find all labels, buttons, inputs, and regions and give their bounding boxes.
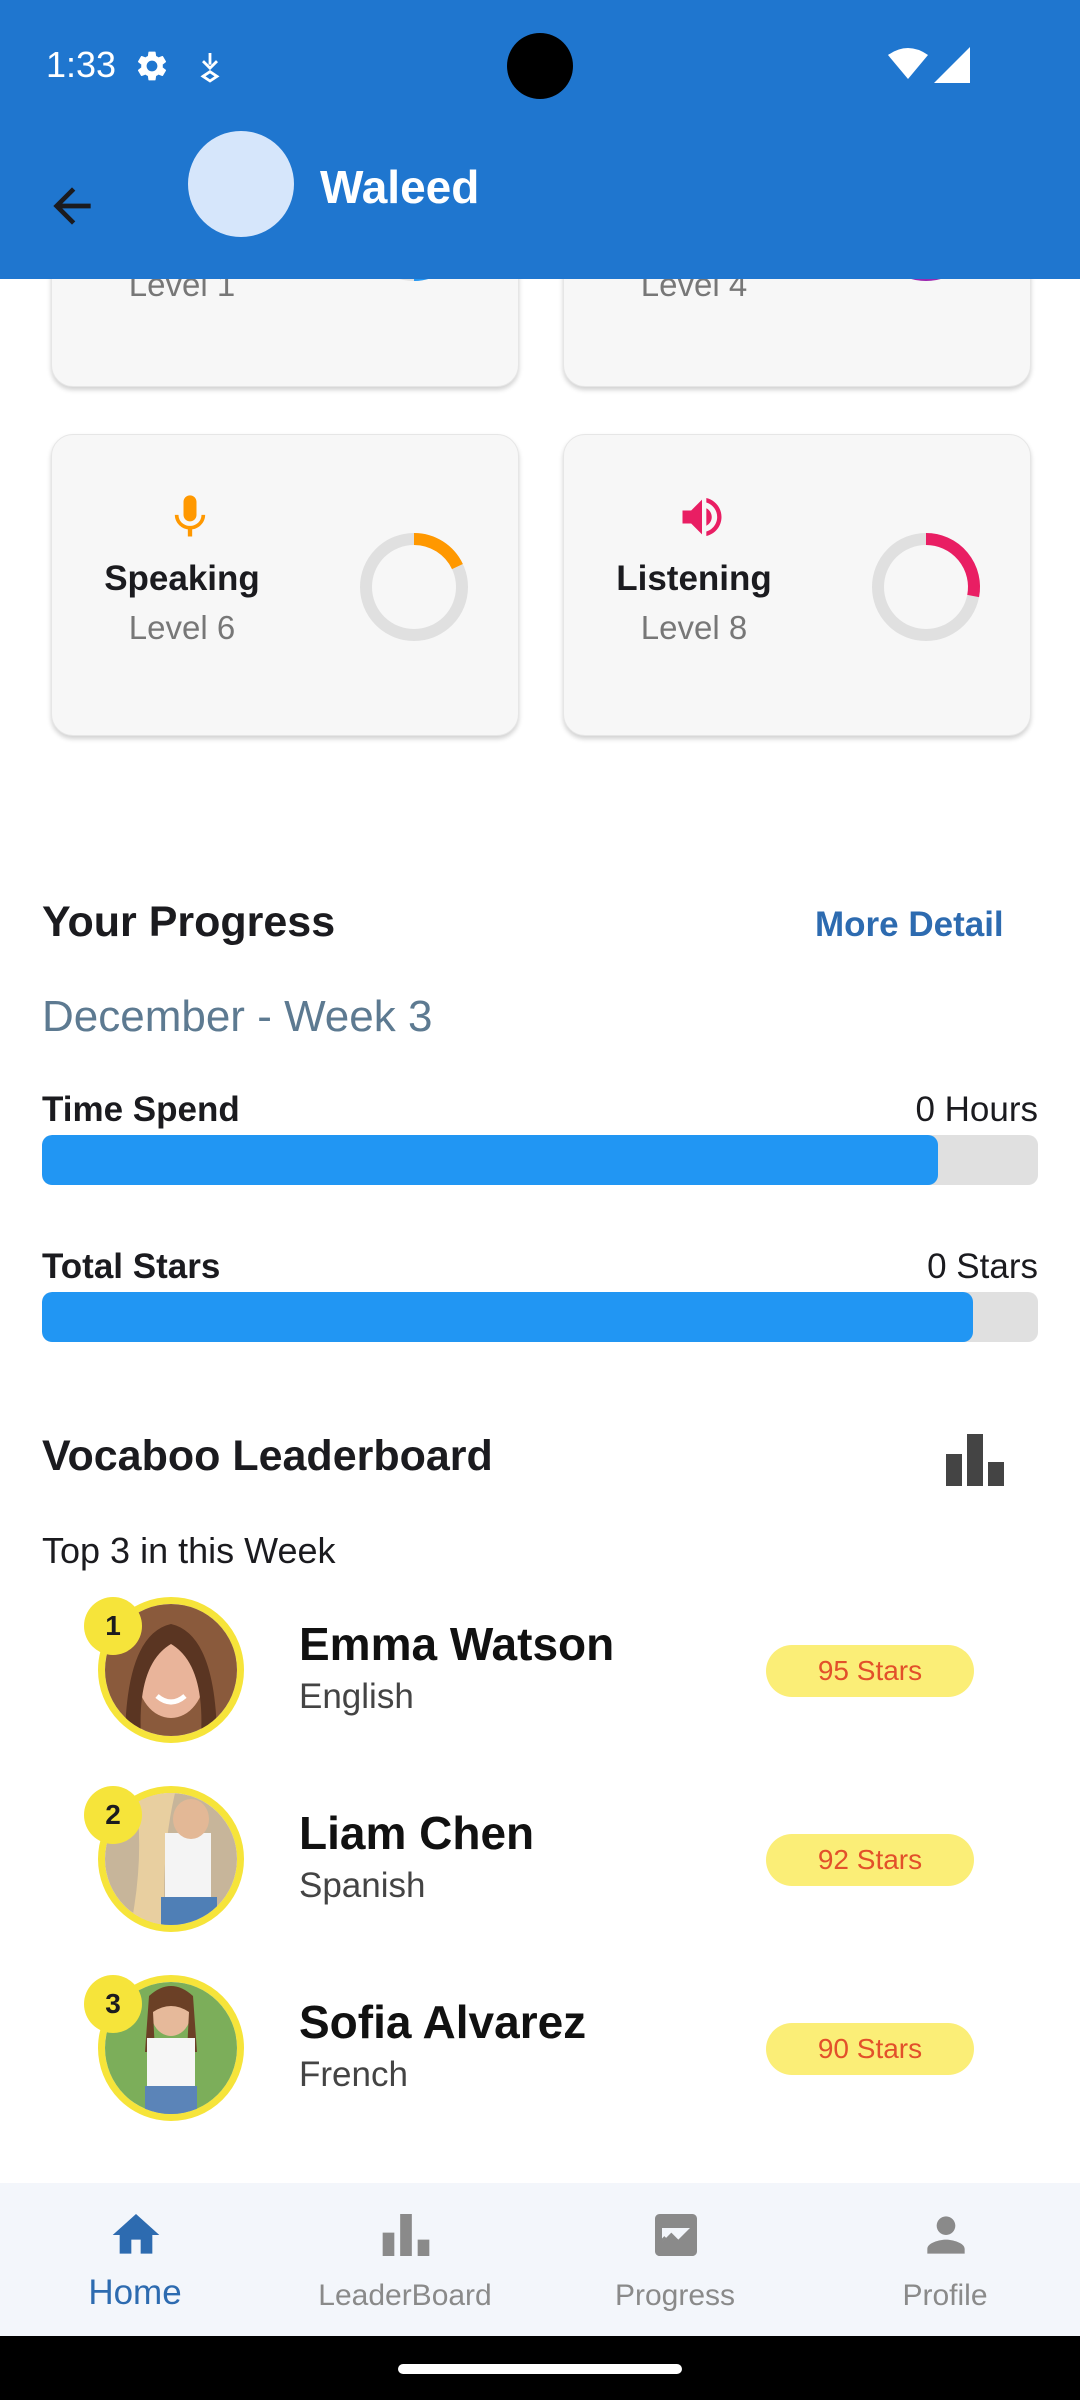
leaderboard-row[interactable]: 2 Liam Chen Spanish 92 Stars	[0, 1786, 1080, 1936]
time-spend-label: Time Spend	[42, 1090, 240, 1129]
skill-card-listening[interactable]: Listening Level 8	[563, 434, 1031, 736]
nav-label: Home	[88, 2273, 182, 2312]
total-stars-label: Total Stars	[42, 1247, 221, 1286]
stars-badge: 92 Stars	[766, 1834, 974, 1886]
microphone-icon	[174, 495, 206, 537]
leaderboard-name: Sofia Alvarez	[299, 1996, 587, 2048]
stars-badge: 90 Stars	[766, 2023, 974, 2075]
leaderboard-subtitle: Top 3 in this Week	[42, 1530, 336, 1571]
home-gesture-handle[interactable]	[398, 2364, 682, 2374]
nav-item-home[interactable]: Home	[0, 2183, 270, 2336]
rank-badge: 1	[84, 1597, 142, 1655]
back-arrow-icon[interactable]	[44, 178, 100, 234]
skill-progress-ring	[872, 533, 980, 641]
nav-item-leaderboard[interactable]: LeaderBoard	[270, 2183, 540, 2336]
bottom-navigation: Home LeaderBoard Progress Profile	[0, 2183, 1080, 2336]
camera-cutout	[507, 33, 573, 99]
gesture-bar	[0, 2336, 1080, 2400]
profile-icon	[927, 2216, 965, 2254]
status-time: 1:33	[46, 44, 117, 85]
settings-status-icon	[137, 51, 167, 81]
skill-level: Level 8	[640, 609, 748, 646]
leaderboard-row[interactable]: 3 Sofia Alvarez French 90 Stars	[0, 1975, 1080, 2125]
progress-title: Your Progress	[42, 898, 336, 946]
rank-badge: 2	[84, 1786, 142, 1844]
app-header: 1:33 Waleed	[0, 0, 1080, 279]
skill-level: Level 6	[128, 609, 236, 646]
week-label: December - Week 3	[42, 992, 433, 1041]
leaderboard-language: English	[299, 1677, 414, 1716]
skill-card-speaking[interactable]: Speaking Level 6	[51, 434, 519, 736]
leaderboard-language: French	[299, 2055, 408, 2094]
nav-item-profile[interactable]: Profile	[810, 2183, 1080, 2336]
leaderboard-chart-icon[interactable]	[946, 1434, 1004, 1486]
rank-badge: 3	[84, 1975, 142, 2033]
leaderboard-icon	[382, 2214, 430, 2256]
more-detail-link[interactable]: More Detail	[815, 905, 1004, 945]
skill-progress-ring	[360, 533, 468, 641]
avatar[interactable]	[188, 131, 294, 237]
total-stars-bar	[42, 1292, 1038, 1342]
progress-icon	[655, 2214, 697, 2256]
leaderboard-name: Liam Chen	[299, 1807, 535, 1859]
home-icon	[112, 2214, 160, 2254]
time-spend-bar-fill	[42, 1135, 939, 1185]
leaderboard-row[interactable]: 1 Emma Watson English 95 Stars	[0, 1597, 1080, 1747]
speaker-icon	[682, 497, 722, 537]
leaderboard-name: Emma Watson	[299, 1618, 615, 1670]
nav-label: Profile	[902, 2279, 988, 2312]
wifi-icon	[888, 48, 928, 79]
download-status-icon	[200, 53, 220, 83]
nav-item-progress[interactable]: Progress	[540, 2183, 810, 2336]
user-name: Waleed	[320, 161, 480, 213]
skill-name: Speaking	[104, 559, 260, 598]
time-spend-value: 0 Hours	[915, 1090, 1038, 1129]
leaderboard-title: Vocaboo Leaderboard	[42, 1432, 493, 1480]
nav-label: LeaderBoard	[318, 2279, 492, 2312]
nav-label: Progress	[614, 2279, 736, 2312]
time-spend-bar	[42, 1135, 1038, 1185]
total-stars-value: 0 Stars	[927, 1247, 1038, 1286]
leaderboard-language: Spanish	[299, 1866, 426, 1905]
skill-name: Listening	[616, 559, 772, 598]
total-stars-bar-fill	[42, 1292, 974, 1342]
signal-icon	[934, 47, 970, 83]
stars-badge: 95 Stars	[766, 1645, 974, 1697]
